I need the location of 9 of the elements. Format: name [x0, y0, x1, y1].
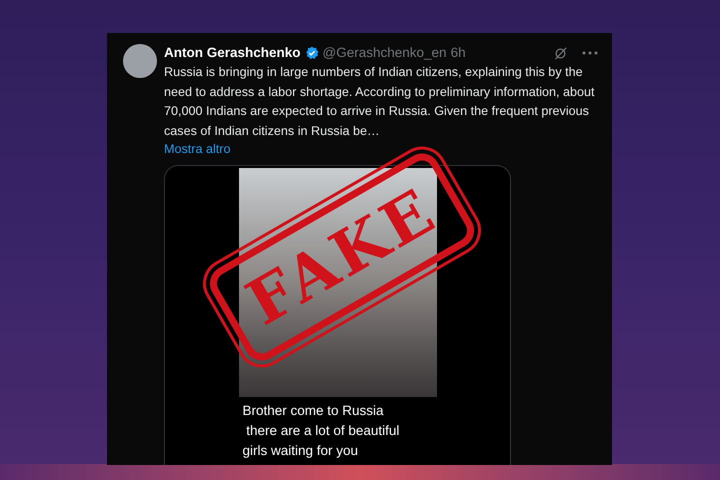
slashed-circle-icon[interactable] — [553, 46, 568, 60]
video-still-placeholder[interactable] — [238, 168, 436, 398]
video-caption: Brother come to Russia there are a lot of beautiful girls waiting for you — [242, 402, 400, 460]
author-name[interactable]: Anton Gerashchenko — [164, 46, 301, 60]
more-options-icon[interactable] — [582, 51, 598, 55]
author-handle[interactable]: @Gerashchenko_en — [322, 46, 447, 60]
avatar[interactable] — [123, 44, 157, 78]
tweet-text: Russia is bringing in large numbers of Indian citizens, explaining this by the need to address a labor shortage. According to preliminary information, about 70,000 Indians are expected to arrive in Russia. Given the frequent previous cases of Indian citizens in Russia be… — [164, 64, 596, 140]
post-time[interactable]: 6h — [450, 46, 466, 60]
